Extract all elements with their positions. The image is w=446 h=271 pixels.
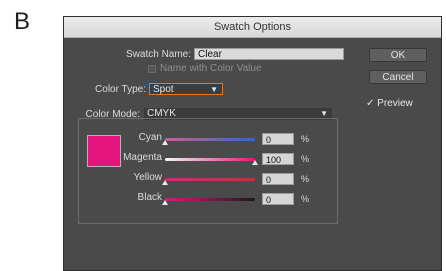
swatch-options-dialog: Swatch Options Swatch Name: Clear Name w…	[63, 16, 442, 271]
slider-track-cyan[interactable]	[165, 138, 255, 141]
name-with-color-value-checkbox[interactable]	[148, 65, 156, 73]
slider-label-black: Black	[137, 192, 162, 203]
swatch-name-label: Swatch Name:	[126, 49, 192, 60]
slider-thumb-black[interactable]	[162, 200, 168, 205]
slider-label-yellow: Yellow	[133, 172, 162, 183]
color-type-value: Spot	[153, 84, 174, 95]
slider-thumb-cyan[interactable]	[162, 140, 168, 145]
slider-value-magenta[interactable]: 100	[262, 153, 294, 165]
color-type-select[interactable]: Spot ▼	[149, 83, 223, 95]
preview-toggle[interactable]: ✓ Preview	[366, 98, 413, 109]
slider-value-cyan[interactable]: 0	[262, 133, 294, 145]
color-type-label: Color Type:	[95, 84, 146, 95]
preview-label: Preview	[377, 98, 413, 109]
slider-label-magenta: Magenta	[123, 152, 162, 163]
ok-button[interactable]: OK	[369, 48, 427, 62]
slider-thumb-yellow[interactable]	[162, 180, 168, 185]
slider-thumb-magenta[interactable]	[252, 160, 258, 165]
slider-unit-magenta: %	[301, 154, 310, 164]
slider-unit-yellow: %	[301, 174, 310, 184]
checkmark-icon: ✓	[366, 98, 375, 109]
slider-value-yellow[interactable]: 0	[262, 173, 294, 185]
chevron-down-icon: ▼	[210, 85, 218, 94]
slider-track-black[interactable]	[165, 198, 255, 201]
cancel-button[interactable]: Cancel	[369, 70, 427, 84]
figure-stage: B Swatch Options Swatch Name: Clear Name…	[0, 0, 446, 271]
slider-unit-cyan: %	[301, 134, 310, 144]
name-with-color-value-label: Name with Color Value	[160, 63, 262, 74]
panel-letter: B	[14, 8, 31, 35]
slider-track-magenta[interactable]	[165, 158, 255, 161]
swatch-name-input[interactable]: Clear	[194, 48, 344, 60]
slider-label-cyan: Cyan	[138, 132, 162, 143]
slider-track-yellow[interactable]	[165, 178, 255, 181]
slider-unit-black: %	[301, 194, 310, 204]
slider-value-black[interactable]: 0	[262, 193, 294, 205]
dialog-title: Swatch Options	[64, 17, 441, 38]
